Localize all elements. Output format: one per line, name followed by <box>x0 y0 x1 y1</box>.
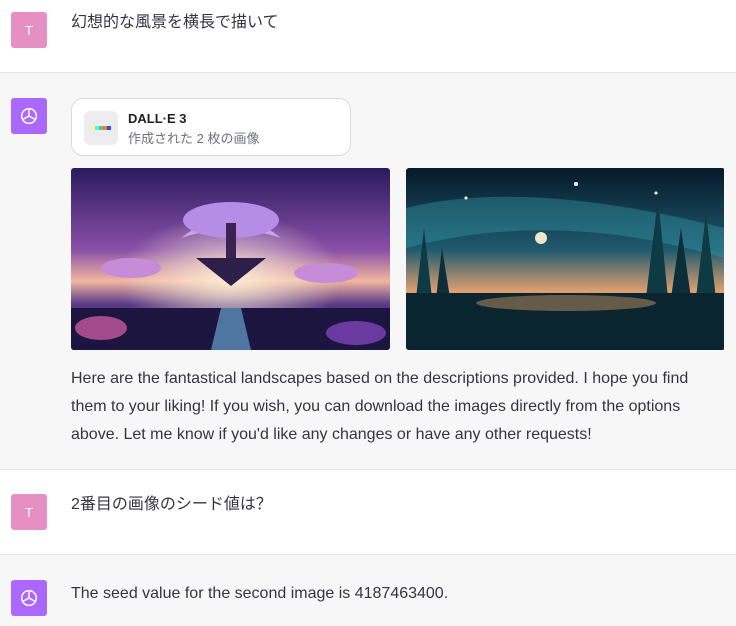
tool-subtitle: 作成された 2 枚の画像 <box>128 131 260 146</box>
message-text: 2番目の画像のシード値は？ <box>71 496 272 513</box>
message-text: The seed value for the second image is 4… <box>71 585 449 602</box>
assistant-message: DALL·E 3 作成された 2 枚の画像 Here are the fanta… <box>0 73 736 470</box>
assistant-avatar <box>11 580 47 616</box>
dalle-tool-card[interactable]: DALL·E 3 作成された 2 枚の画像 <box>71 98 351 156</box>
assistant-avatar <box>11 98 47 134</box>
user-avatar: T <box>11 12 47 48</box>
dalle-icon <box>84 111 118 145</box>
message-text: 幻想的な風景を横長で描いて <box>71 14 279 31</box>
avatar-initial: T <box>25 22 33 38</box>
openai-logo-icon <box>20 107 38 125</box>
user-message: T 2番目の画像のシード値は？ <box>0 470 736 555</box>
user-avatar: T <box>11 494 47 530</box>
user-message: T 幻想的な風景を横長で描いて <box>0 0 736 73</box>
openai-logo-icon <box>20 589 38 607</box>
message-text: Here are the fantastical landscapes base… <box>71 370 689 443</box>
generated-image-1[interactable] <box>71 168 390 350</box>
assistant-message: The seed value for the second image is 4… <box>0 555 736 626</box>
avatar-initial: T <box>25 504 33 520</box>
tool-name: DALL·E 3 <box>128 111 187 126</box>
generated-image-2[interactable] <box>406 168 725 350</box>
